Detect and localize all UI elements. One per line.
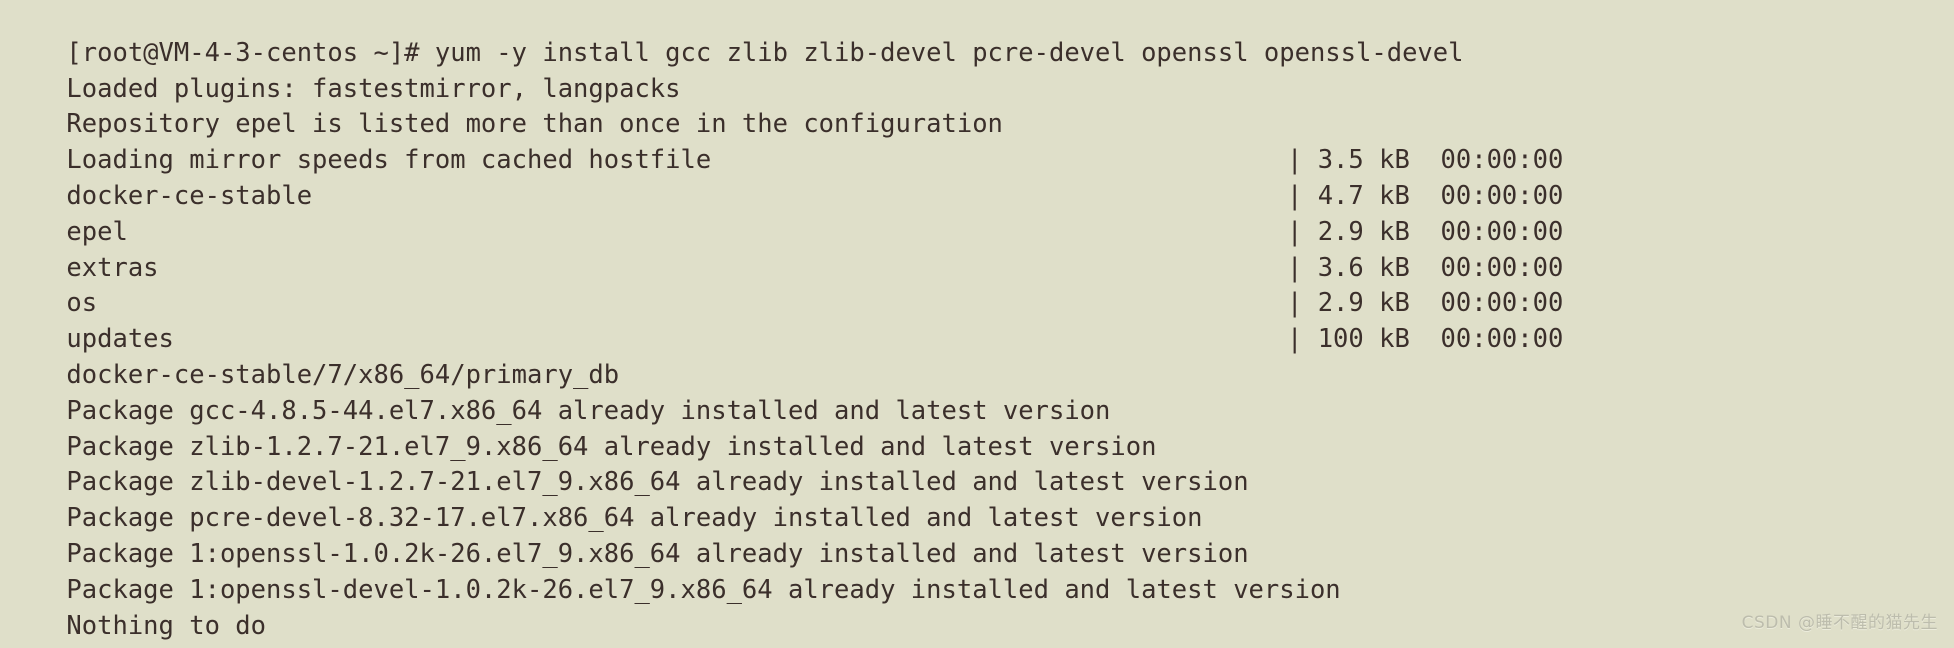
repo-size: | 100 kB 00:00:00 (1287, 324, 1564, 355)
terminal-line: updates | 2.9 kB 00:00:00 (0, 286, 1954, 354)
terminal-line: Package zlib-1.2.7-21.el7_9.x86_64 alrea… (0, 394, 1954, 462)
repo-size: | 3.6 kB 00:00:00 (1287, 252, 1564, 283)
terminal-line: Package pcre-devel-8.32-17.el7.x86_64 al… (0, 465, 1954, 533)
terminal-line: Repository epel is listed more than once… (0, 72, 1954, 139)
terminal-line: Package gcc-4.8.5-44.el7.x86_64 already … (0, 358, 1954, 426)
terminal-line: extras | 2.9 kB 00:00:00 (0, 215, 1954, 283)
repo-size: | 4.7 kB 00:00:00 (1287, 180, 1564, 211)
terminal-line: Package zlib-devel-1.2.7-21.el7_9.x86_64… (0, 430, 1954, 497)
terminal-line: Loading mirror speeds from cached hostfi… (0, 107, 1954, 175)
repo-size: | 2.9 kB 00:00:00 (1287, 216, 1564, 247)
terminal-line: docker-ce-stable | 3.5 kB 00:00:00 (0, 143, 1954, 211)
terminal-line: Loaded plugins: fastestmirror, langpacks (0, 36, 1954, 104)
terminal-line: Nothing to do (0, 573, 1954, 641)
terminal-window[interactable]: [root@VM-4-3-centos ~]# yum -y install g… (0, 0, 1954, 648)
terminal-prompt-line[interactable]: [root@VM-4-3-centos ~]# (0, 609, 1954, 648)
watermark: CSDN @睡不醒的猫先生 (1741, 613, 1938, 634)
repo-size: | 2.9 kB 00:00:00 (1287, 288, 1564, 319)
terminal-line: Package 1:openssl-devel-1.0.2k-26.el7_9.… (0, 537, 1954, 605)
shell-prompt: [root@VM-4-3-centos ~]# (66, 644, 419, 648)
repo-size: | 3.5 kB 00:00:00 (1287, 145, 1564, 176)
terminal-line: [root@VM-4-3-centos ~]# yum -y install g… (0, 0, 1954, 68)
terminal-line: os | 3.6 kB 00:00:00 (0, 251, 1954, 319)
terminal-line: docker-ce-stable/7/x86_64/primary_db | 1… (0, 322, 1954, 390)
terminal-line: Package 1:openssl-1.0.2k-26.el7_9.x86_64… (0, 501, 1954, 569)
terminal-line: epel | 4.7 kB 00:00:00 (0, 179, 1954, 247)
